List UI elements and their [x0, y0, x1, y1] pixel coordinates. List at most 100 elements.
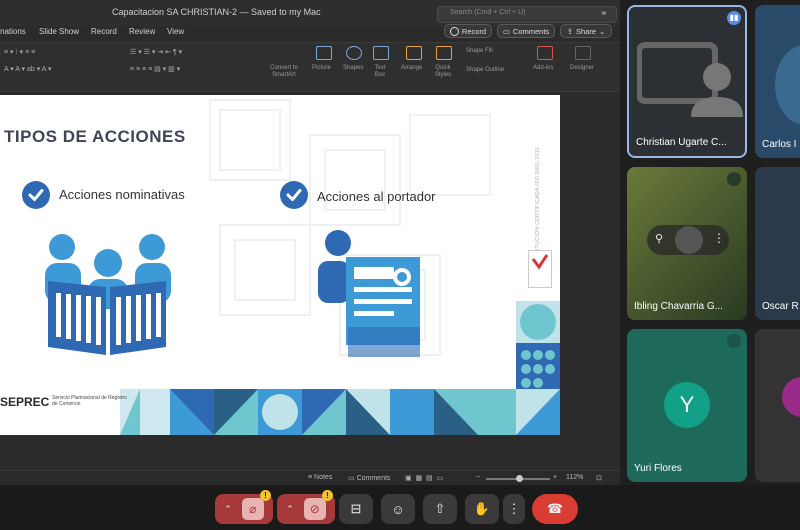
tab-record[interactable]: Record	[91, 27, 117, 36]
more-vertical-icon: ⋮	[507, 501, 521, 516]
reactions-button[interactable]: ☺	[381, 494, 415, 524]
participant-tile-ibling[interactable]: ⚲ ⋮ Ibling Chavarria G...	[627, 167, 747, 320]
presenting-avatar-icon	[637, 42, 743, 117]
participant-tile-extra[interactable]	[755, 329, 800, 482]
avatar	[675, 226, 703, 254]
item-portador: Acciones al portador	[317, 189, 436, 204]
certification-badge	[528, 250, 552, 288]
format-controls[interactable]: A ▾ A ▾ ab ▾ A ▾	[4, 65, 52, 73]
meeting-controls-bar: ⌃ ⌀ ! ⌃ ⊘ ! ⊟ ☺ ⇧ ✋ ⋮ ☎	[0, 485, 800, 530]
shape-outline-label[interactable]: Shape Outline	[466, 67, 504, 73]
ribbon: ≡ ▾ ⁝ ▾ ≡ ≡ A ▾ A ▾ ab ▾ A ▾ ☰ ▾ ☰ ▾ ⇥ ⇤…	[0, 42, 620, 92]
designer-label[interactable]: Designer	[570, 65, 594, 71]
captions-button[interactable]: ⊟	[339, 494, 373, 524]
zoom-slider[interactable]	[486, 475, 550, 482]
fit-slide-icon[interactable]: ⊡	[596, 474, 602, 482]
warning-icon: !	[260, 490, 271, 501]
hand-icon: ✋	[473, 501, 491, 516]
search-placeholder: Search (Cmd + Ctrl + U)	[450, 9, 526, 16]
chevron-up-icon[interactable]: ⌃	[286, 504, 294, 515]
zoom-slider-thumb[interactable]	[516, 475, 523, 482]
iso-certification-text: INSTITUCIÓN CERTIFICADA ISO 9001:2015	[530, 105, 544, 265]
warning-icon: !	[322, 490, 333, 501]
speaking-indicator-icon: ▮▮	[727, 11, 741, 25]
participant-name: Ibling Chavarria G...	[634, 301, 723, 312]
comments-button[interactable]: ▭ Comments	[497, 24, 555, 38]
captions-icon: ⊟	[350, 501, 362, 516]
zoom-out-button[interactable]: −	[476, 474, 480, 481]
paragraph-controls[interactable]: ☰ ▾ ☰ ▾ ⇥ ⇤ ¶ ▾	[130, 48, 182, 56]
raise-hand-button[interactable]: ✋	[465, 494, 499, 524]
participant-tile-oscar[interactable]: Oscar R	[755, 167, 800, 320]
comments-label: Comments	[512, 26, 550, 36]
check-icon	[280, 181, 308, 209]
shape-fill-label[interactable]: Shape Fill	[466, 48, 493, 54]
align-controls[interactable]: ≡ ≡ ≡ ≡ ▤ ▾ ▥ ▾	[130, 65, 180, 73]
search-input[interactable]: Search (Cmd + Ctrl + U)	[437, 6, 617, 23]
check-icon	[22, 181, 50, 209]
addins-icon[interactable]	[537, 46, 553, 60]
document-title: Capacitacion SA CHRISTIAN-2 — Saved to m…	[112, 7, 321, 17]
logo-subtitle: Servicio Plurinacional de Registro de Co…	[52, 395, 127, 407]
zoom-in-button[interactable]: +	[553, 474, 557, 481]
participant-name: Oscar R	[762, 301, 799, 312]
shapes-label[interactable]: Shapes	[343, 65, 363, 71]
more-options-button[interactable]: ⋮	[503, 494, 525, 524]
participant-name: Carlos I	[762, 139, 797, 150]
item-nominativas: Acciones nominativas	[59, 187, 185, 202]
record-label: Record	[461, 26, 487, 36]
share-icon: ⇪	[566, 26, 573, 36]
participant-name: Christian Ugarte C...	[636, 137, 727, 148]
picture-label[interactable]: Picture	[312, 65, 331, 71]
slide-canvas[interactable]: TIPOS DE ACCIONES Acciones nominativas A…	[0, 95, 560, 435]
tab-review[interactable]: Review	[129, 27, 155, 36]
tile-controls[interactable]: ⚲ ⋮	[647, 225, 729, 255]
participant-tile-yuri[interactable]: Y Yuri Flores	[627, 329, 747, 482]
title-bar: Capacitacion SA CHRISTIAN-2 — Saved to m…	[0, 0, 620, 26]
arrange-icon[interactable]	[406, 46, 422, 60]
logo-text: SEPREC	[0, 395, 50, 409]
comments-status-button[interactable]: ▭ Comments	[348, 474, 390, 482]
participant-tile-carlos[interactable]: Carlos I	[755, 5, 800, 158]
participant-tile-christian[interactable]: ▮▮ Christian Ugarte C...	[627, 5, 747, 158]
link-icon[interactable]: ⚭	[600, 8, 608, 19]
cert-label: INSTITUCIÓN CERTIFICADA ISO 9001:2015	[535, 146, 541, 263]
tab-view[interactable]: View	[167, 27, 184, 36]
arrange-label[interactable]: Arrange	[401, 65, 422, 71]
avatar: Y	[664, 382, 710, 428]
muted-mic-icon	[727, 172, 741, 186]
participant-name: Yuri Flores	[634, 463, 682, 474]
view-buttons[interactable]: ▣ ▦ ▤ ▭	[405, 474, 443, 482]
quick-styles-label[interactable]: Quick Styles	[432, 65, 454, 79]
font-controls[interactable]: ≡ ▾ ⁝ ▾ ≡ ≡	[4, 48, 35, 56]
camera-off-icon: ⊘	[303, 498, 326, 520]
share-button[interactable]: ⇪ Share ⌄	[560, 24, 612, 38]
more-options-icon[interactable]: ⋮	[713, 231, 725, 245]
powerpoint-window: Capacitacion SA CHRISTIAN-2 — Saved to m…	[0, 0, 620, 486]
shapes-icon[interactable]	[346, 46, 362, 60]
comments-status-label: Comments	[356, 475, 391, 482]
convert-smartart-label[interactable]: Convert to SmartArt	[264, 65, 304, 79]
designer-icon[interactable]	[575, 46, 591, 60]
addins-label[interactable]: Add-ins	[533, 65, 553, 71]
text-box-icon[interactable]	[373, 46, 389, 60]
video-feed	[775, 45, 800, 125]
text-box-label[interactable]: Text Box	[372, 65, 388, 79]
zoom-level[interactable]: 112%	[566, 474, 583, 481]
record-icon	[449, 26, 459, 36]
record-button[interactable]: Record	[444, 24, 492, 38]
tab-animations[interactable]: nations	[0, 27, 26, 36]
chevron-up-icon[interactable]: ⌃	[224, 504, 232, 515]
picture-icon[interactable]	[316, 46, 332, 60]
end-call-button[interactable]: ☎	[532, 494, 578, 524]
notes-button[interactable]: ≡ Notes	[308, 474, 332, 481]
tab-slide-show[interactable]: Slide Show	[39, 27, 79, 36]
quick-styles-icon[interactable]	[436, 46, 452, 60]
present-button[interactable]: ⇧	[423, 494, 457, 524]
share-label: Share	[575, 26, 596, 36]
chevron-down-icon: ⌄	[599, 26, 606, 36]
slide-title: TIPOS DE ACCIONES	[4, 127, 186, 146]
muted-mic-icon	[727, 334, 741, 348]
pin-icon[interactable]: ⚲	[655, 232, 663, 245]
avatar	[782, 377, 800, 417]
